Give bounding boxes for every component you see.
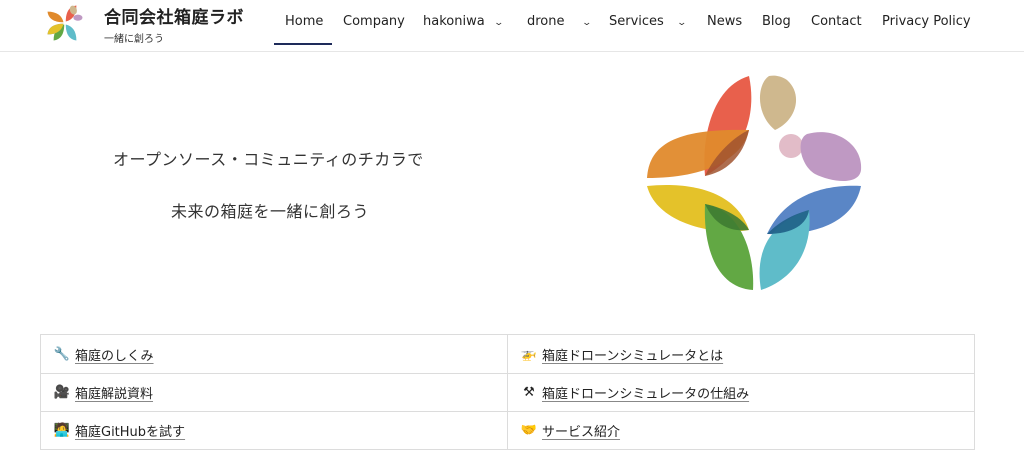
nav-item-drone[interactable]: drone ⌄ [527,14,592,29]
link-hakoniwa-shikumi[interactable]: 箱庭のしくみ [75,345,154,364]
nav-label: drone [527,14,565,29]
list-item: 🔧 箱庭のしくみ [41,335,507,373]
site-header: 合同会社箱庭ラボ 一緒に創ろう Home Company hakoniwa ⌄ … [0,0,1024,52]
chevron-down-icon[interactable]: ⌄ [676,18,687,28]
nav-label: hakoniwa [423,14,485,29]
link-hakoniwa-github[interactable]: 箱庭GitHubを試す [75,421,185,440]
nav-item-company[interactable]: Company [343,14,405,29]
link-drone-simulator-mechanism[interactable]: 箱庭ドローンシミュレータの仕組み [542,383,749,402]
helicopter-icon: 🚁 [520,346,538,362]
nav-item-news[interactable]: News [707,14,742,29]
nav-item-privacy-policy[interactable]: Privacy Policy [882,14,971,29]
nav-label: Company [343,14,405,29]
nav-item-services[interactable]: Services ⌄ [609,14,687,29]
list-item: 🤝 サービス紹介 [508,411,974,449]
hero-text-line2: 未来の箱庭を一緒に創ろう [171,202,370,221]
hakoniwa-logo-icon [647,75,862,290]
nav-label: Contact [811,14,862,29]
list-item: ⚒ 箱庭ドローンシミュレータの仕組み [508,373,974,411]
list-item: 🚁 箱庭ドローンシミュレータとは [508,335,974,373]
link-services[interactable]: サービス紹介 [542,421,620,440]
nav-active-indicator [274,43,332,45]
link-hakoniwa-slides[interactable]: 箱庭解説資料 [75,383,153,402]
nav-item-home[interactable]: Home [285,14,323,29]
nav-label: Blog [762,14,791,29]
feature-link-table: 🔧 箱庭のしくみ 🚁 箱庭ドローンシミュレータとは 🎥 箱庭解説資料 ⚒ 箱庭ド… [40,334,975,450]
link-drone-simulator-about[interactable]: 箱庭ドローンシミュレータとは [542,345,723,364]
hammer-pick-icon: ⚒ [523,384,535,400]
movie-camera-icon: 🎥 [53,384,71,400]
nav-label: Services [609,14,664,29]
handshake-icon: 🤝 [520,422,538,438]
nav-item-blog[interactable]: Blog [762,14,791,29]
nav-item-hakoniwa[interactable]: hakoniwa ⌄ [423,14,504,29]
hero-text-line1: オープンソース・コミュニティのチカラで [113,150,424,169]
nav-label: Privacy Policy [882,14,971,29]
wrench-icon: 🔧 [53,346,71,362]
list-item: 🎥 箱庭解説資料 [41,373,507,411]
list-item: 🧑‍💻 箱庭GitHubを試す [41,411,507,449]
nav-item-contact[interactable]: Contact [811,14,862,29]
technologist-icon: 🧑‍💻 [53,422,71,438]
main-nav: Home Company hakoniwa ⌄ drone ⌄ Services… [0,0,1024,46]
nav-label: News [707,14,743,29]
chevron-down-icon[interactable]: ⌄ [581,18,592,28]
nav-label: Home [285,14,324,29]
chevron-down-icon[interactable]: ⌄ [493,18,504,28]
